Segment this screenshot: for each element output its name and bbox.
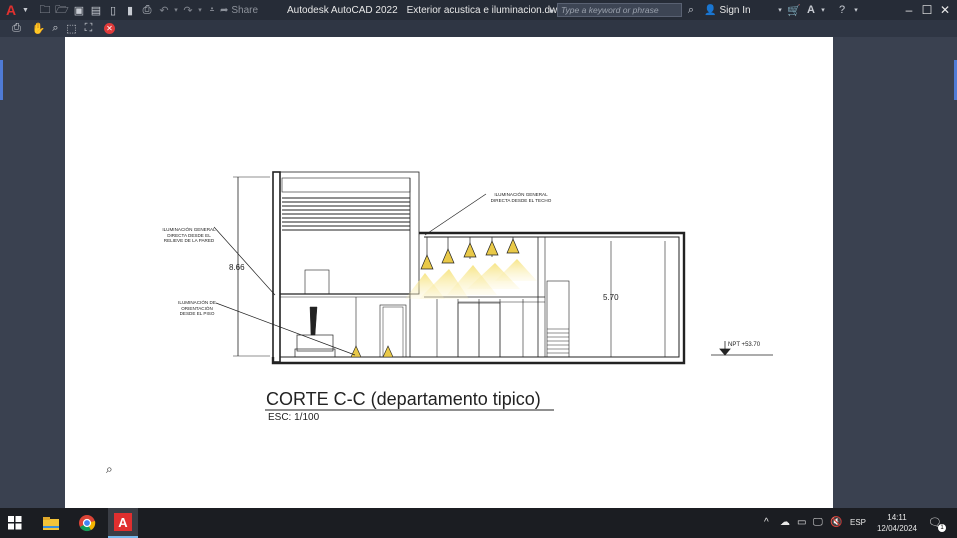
share-button[interactable]: ➦ Share	[220, 0, 258, 20]
dim-right-height: 5.70	[603, 293, 619, 302]
save-to-web-icon[interactable]: ▮	[123, 0, 137, 20]
windows-start-icon[interactable]	[8, 516, 22, 530]
account-dropdown-icon[interactable]: ▾	[816, 0, 830, 20]
open-from-web-icon[interactable]: ▯	[106, 0, 120, 20]
autocad-app-icon[interactable]: A	[6, 0, 16, 20]
user-icon: 👤	[704, 4, 717, 16]
cart-icon[interactable]: 🛒	[787, 0, 801, 20]
minimize-button[interactable]: –	[900, 0, 918, 20]
help-dropdown-icon[interactable]: ▾	[849, 0, 863, 20]
tray-app-icon[interactable]: ☁	[780, 517, 790, 528]
plot-icon[interactable]: ⎙	[140, 0, 154, 20]
zoom-window-icon[interactable]: ⬚	[64, 21, 79, 36]
label-line: RELIEVE DE LA PARED	[163, 238, 215, 243]
customize-toolbar-icon[interactable]: ⩡	[205, 0, 219, 20]
save-icon[interactable]: ▣	[72, 0, 86, 20]
zoom-cursor-icon: ⌕	[106, 462, 113, 476]
level-label: NPT +53.70	[728, 342, 761, 348]
app-menu-caret-icon[interactable]: ▼	[22, 0, 29, 20]
show-hidden-icons-icon[interactable]: ^	[764, 517, 769, 528]
right-background	[833, 37, 957, 508]
file-name: Exterior acustica e iluminacion.dwg	[406, 4, 563, 16]
label-orientation: ILUMINACIÓN DE ORIENTACIÓN DESDE EL PISO	[173, 300, 221, 317]
clock-date: 12/04/2024	[876, 524, 918, 533]
dim-total-height: 8.66	[229, 263, 245, 272]
close-window-button[interactable]: ✕	[936, 0, 954, 20]
autocad-taskbar-button[interactable]: A	[108, 508, 138, 538]
label-line: DESDE EL PISO	[179, 311, 215, 316]
clock-time: 14:11	[887, 513, 907, 522]
clock[interactable]: 14:11 12/04/2024	[872, 512, 922, 534]
maximize-button[interactable]: ☐	[918, 0, 936, 20]
scale-label: ESC: 1/100	[268, 412, 320, 423]
language-indicator[interactable]: ESP	[850, 518, 866, 527]
new-file-icon[interactable]: 🗀	[38, 0, 52, 20]
drawing-paper[interactable]: 8.66 5.70 ILUMINACIÓN GENERAL DIRECTA DE…	[65, 37, 833, 508]
search-icon[interactable]: ⌕	[684, 0, 698, 20]
save-as-icon[interactable]: ▤	[89, 0, 103, 20]
plot-preview-toolbar: ⎙ ✋ ⌕ ⬚ ⛶ ✕	[0, 20, 957, 37]
help-icon[interactable]: ?	[835, 0, 849, 20]
meet-now-icon[interactable]: ▭	[797, 517, 806, 528]
notification-count-badge: 1	[938, 524, 946, 532]
section-title: CORTE C-C (departamento tipico)	[266, 389, 541, 409]
autocad-icon: A	[114, 513, 132, 531]
label-lighting-wall: ILUMINACIÓN GENERAL DIRECTA DESDE EL REL…	[157, 227, 221, 244]
share-icon: ➦	[220, 4, 229, 16]
volume-muted-icon[interactable]: 🔇	[830, 517, 842, 528]
label-line: ILUMINACIÓN DE	[178, 300, 216, 305]
chrome-icon[interactable]	[78, 514, 96, 532]
label-line: DIRECTA DESDE EL TECHO	[490, 197, 552, 203]
title-bar: A ▼ 🗀 🗁 ▣ ▤ ▯ ▮ ⎙ ↶ ▾ ↷ ▾ ⩡ ➦ Share Auto…	[0, 0, 957, 20]
label-line: ILUMINACIÓN GENERAL	[162, 227, 216, 232]
network-icon[interactable]: 🖵	[813, 517, 823, 528]
window-title: Autodesk AutoCAD 2022 Exterior acustica …	[287, 0, 563, 20]
app-title: Autodesk AutoCAD 2022	[287, 4, 398, 16]
label-line: ILUMINACIÓN GENERAL	[494, 192, 548, 197]
sign-in-button[interactable]: 👤 Sign In	[704, 0, 751, 20]
pan-icon[interactable]: ✋	[31, 21, 46, 36]
zoom-original-icon[interactable]: ⛶	[81, 21, 96, 36]
left-edge-indicator	[0, 60, 3, 100]
open-file-icon[interactable]: 🗁	[55, 0, 69, 20]
left-background	[0, 37, 65, 508]
section-drawing	[213, 171, 773, 411]
print-icon[interactable]: ⎙	[9, 21, 24, 36]
share-label: Share	[231, 4, 259, 16]
label-lighting-ceiling: ILUMINACIÓN GENERAL DIRECTA DESDE EL TEC…	[483, 192, 559, 203]
sign-in-dropdown-icon[interactable]: ▾	[773, 0, 787, 20]
sign-in-label: Sign In	[719, 4, 751, 16]
file-explorer-icon[interactable]	[42, 514, 60, 532]
search-input[interactable]: Type a keyword or phrase	[557, 3, 682, 17]
close-preview-icon[interactable]: ✕	[104, 23, 115, 34]
zoom-icon[interactable]: ⌕	[48, 21, 63, 36]
windows-taskbar: A ^ ☁ ▭ 🖵 🔇 ESP 14:11 12/04/2024 🗨 1	[0, 508, 957, 538]
